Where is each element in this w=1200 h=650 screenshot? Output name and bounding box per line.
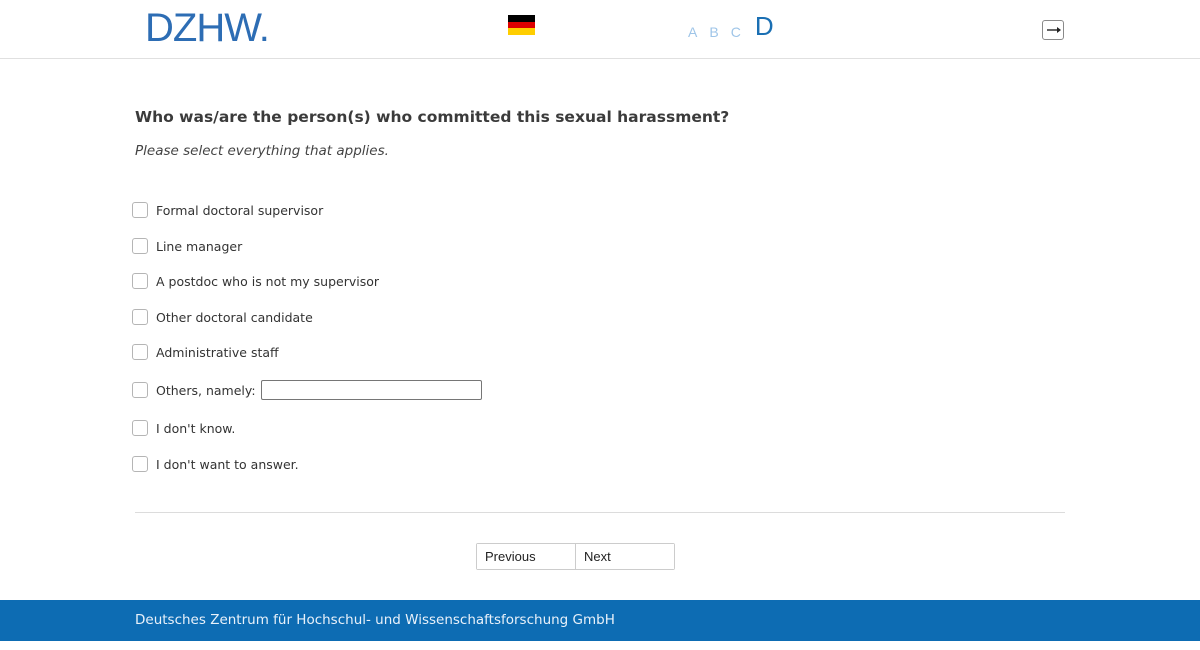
font-size-b[interactable]: B	[709, 24, 718, 40]
dzhw-logo: DZHW.	[145, 6, 270, 50]
option-dont-know[interactable]: I don't know.	[132, 418, 235, 438]
checkbox[interactable]	[132, 238, 148, 254]
logo-dot: .	[258, 6, 270, 50]
navigation-buttons: Previous Next	[476, 543, 675, 570]
option-other-doctoral-candidate[interactable]: Other doctoral candidate	[132, 307, 313, 327]
option-line-manager[interactable]: Line manager	[132, 236, 242, 256]
checkbox[interactable]	[132, 456, 148, 472]
page-header: DZHW. A B C D	[0, 0, 1200, 59]
footer-text: Deutsches Zentrum für Hochschul- und Wis…	[135, 612, 615, 628]
option-label: Administrative staff	[156, 344, 279, 360]
option-label: Line manager	[156, 238, 243, 254]
font-size-selector: A B C D	[688, 11, 774, 42]
checkbox[interactable]	[132, 382, 148, 398]
option-label: Formal doctoral supervisor	[156, 202, 324, 218]
option-label: I don't want to answer.	[156, 456, 299, 472]
font-size-d[interactable]: D	[755, 11, 774, 42]
option-formal-doctoral-supervisor[interactable]: Formal doctoral supervisor	[132, 200, 323, 220]
exit-button[interactable]	[1042, 20, 1064, 40]
checkbox[interactable]	[132, 309, 148, 325]
question-title: Who was/are the person(s) who committed …	[135, 108, 730, 126]
option-label: Others, namely:	[156, 382, 256, 398]
checkbox[interactable]	[132, 202, 148, 218]
option-label: I don't know.	[156, 420, 236, 436]
option-label: Other doctoral candidate	[156, 309, 313, 325]
question-instruction: Please select everything that applies.	[135, 143, 389, 159]
option-administrative-staff[interactable]: Administrative staff	[132, 342, 279, 362]
font-size-a[interactable]: A	[688, 24, 697, 40]
option-postdoc[interactable]: A postdoc who is not my supervisor	[132, 271, 379, 291]
font-size-c[interactable]: C	[731, 24, 741, 40]
divider	[135, 512, 1065, 513]
option-others[interactable]: Others, namely:	[132, 380, 482, 400]
next-button[interactable]: Next	[576, 544, 674, 569]
others-text-input[interactable]	[260, 380, 482, 400]
option-label: A postdoc who is not my supervisor	[156, 273, 380, 289]
previous-button[interactable]: Previous	[477, 544, 576, 569]
german-flag-icon[interactable]	[508, 15, 535, 36]
checkbox[interactable]	[132, 420, 148, 436]
exit-icon	[1047, 27, 1061, 33]
page-footer: Deutsches Zentrum für Hochschul- und Wis…	[0, 600, 1200, 641]
option-dont-want-to-answer[interactable]: I don't want to answer.	[132, 454, 299, 474]
logo-text: DZHW	[145, 6, 260, 50]
checkbox[interactable]	[132, 344, 148, 360]
checkbox[interactable]	[132, 273, 148, 289]
